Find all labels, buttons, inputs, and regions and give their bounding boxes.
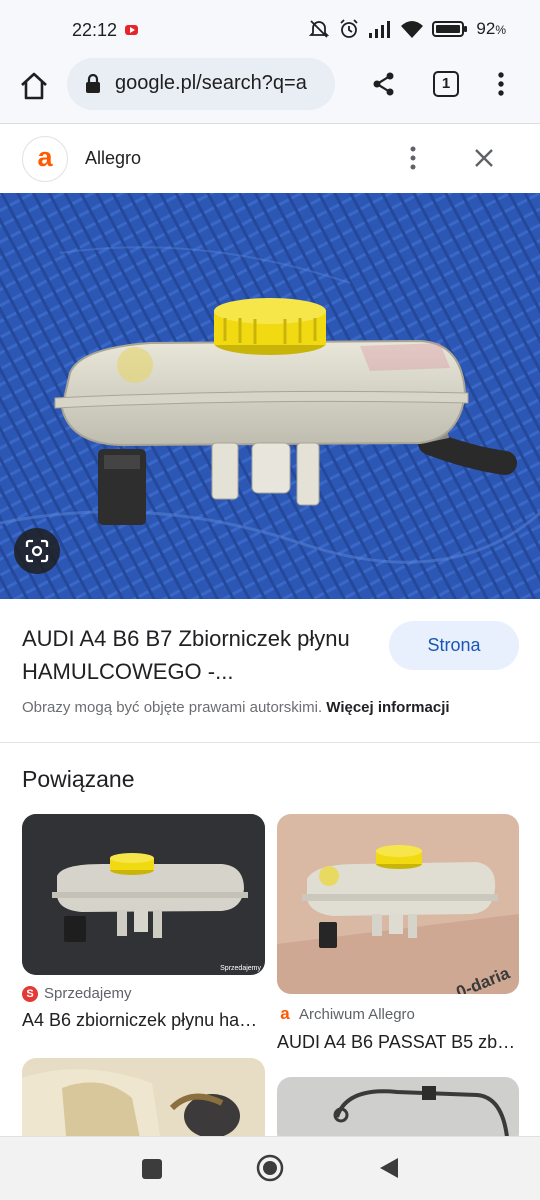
battery-percent-sign: % [495, 23, 506, 37]
related-source-2: a Archiwum Allegro [277, 1004, 519, 1024]
related-source-1: S Sprzedajemy [22, 985, 265, 1002]
tab-switcher-button[interactable]: 1 [433, 71, 459, 97]
system-nav-bar [0, 1136, 540, 1200]
copyright-disclaimer: Obrazy mogą być objęte prawami autorskim… [22, 699, 450, 716]
allegro-logo: a [22, 136, 68, 182]
related-heading: Powiązane [22, 766, 135, 792]
related-source-name-1: Sprzedajemy [44, 985, 132, 1002]
menu-icon[interactable] [496, 70, 506, 98]
lens-search-button[interactable] [14, 528, 60, 574]
back-icon[interactable] [378, 1156, 400, 1180]
sprzedajemy-icon: S [22, 985, 38, 1002]
alarm-icon [340, 19, 359, 38]
wifi-icon [401, 21, 424, 38]
source-name[interactable]: Allegro [85, 148, 141, 169]
status-icons: 92% [308, 18, 506, 40]
lens-icon [25, 539, 49, 563]
related-source-name-2: Archiwum Allegro [299, 1005, 415, 1023]
home-circle-icon[interactable] [256, 1154, 284, 1182]
related-item-2[interactable]: 0-daria a Archiwum Allegro AUDI A4 B6 PA… [277, 814, 519, 1053]
allegro-logo-letter: a [37, 142, 53, 172]
related-thumb-3[interactable] [22, 1058, 265, 1148]
status-time: 22:12 [72, 20, 118, 40]
related-thumb-2: 0-daria [277, 814, 519, 994]
source-header: a Allegro [0, 125, 540, 193]
related-title-2: AUDI A4 B6 PASSAT B5 zbiorniczek [277, 1032, 519, 1052]
share-icon[interactable] [370, 70, 398, 98]
disclaimer-text: Obrazy mogą być objęte prawami autorskim… [22, 699, 323, 716]
url-text: google.pl/search?q=a [115, 72, 307, 94]
visit-page-button[interactable]: Strona [389, 621, 519, 670]
home-icon[interactable] [18, 70, 50, 102]
divider [0, 742, 540, 743]
more-vert-icon[interactable] [408, 145, 418, 171]
close-icon[interactable] [472, 146, 496, 170]
result-title[interactable]: AUDI A4 B6 B7 Zbiorniczek płynu HAMULCOW… [22, 622, 367, 688]
signal-icon [369, 21, 391, 38]
address-bar[interactable]: google.pl/search?q=a [67, 58, 335, 110]
result-image[interactable] [0, 193, 540, 599]
mute-icon [309, 20, 330, 38]
related-watermark-1: Sprzedajemy [220, 965, 261, 972]
browser-toolbar: google.pl/search?q=a 1 [0, 58, 540, 124]
lock-icon [86, 74, 100, 93]
battery-percent: 92 [476, 19, 496, 38]
status-bar: 22:12 92% [0, 0, 540, 58]
youtube-notification-icon [125, 25, 138, 35]
recents-icon[interactable] [141, 1158, 163, 1180]
more-info-link[interactable]: Więcej informacji [326, 699, 449, 716]
related-item-1[interactable]: Sprzedajemy S Sprzedajemy A4 B6 zbiornic… [22, 814, 265, 1031]
allegro-small-icon: a [280, 1004, 290, 1023]
screen: 22:12 92% google.pl/search?q=a 1 a Alleg… [0, 0, 540, 1200]
related-title-1: A4 B6 zbiorniczek płynu hamulcowego [22, 1010, 265, 1030]
brake-reservoir-photo [0, 193, 540, 599]
related-thumb-1: Sprzedajemy [22, 814, 265, 975]
battery-icon [432, 21, 468, 37]
